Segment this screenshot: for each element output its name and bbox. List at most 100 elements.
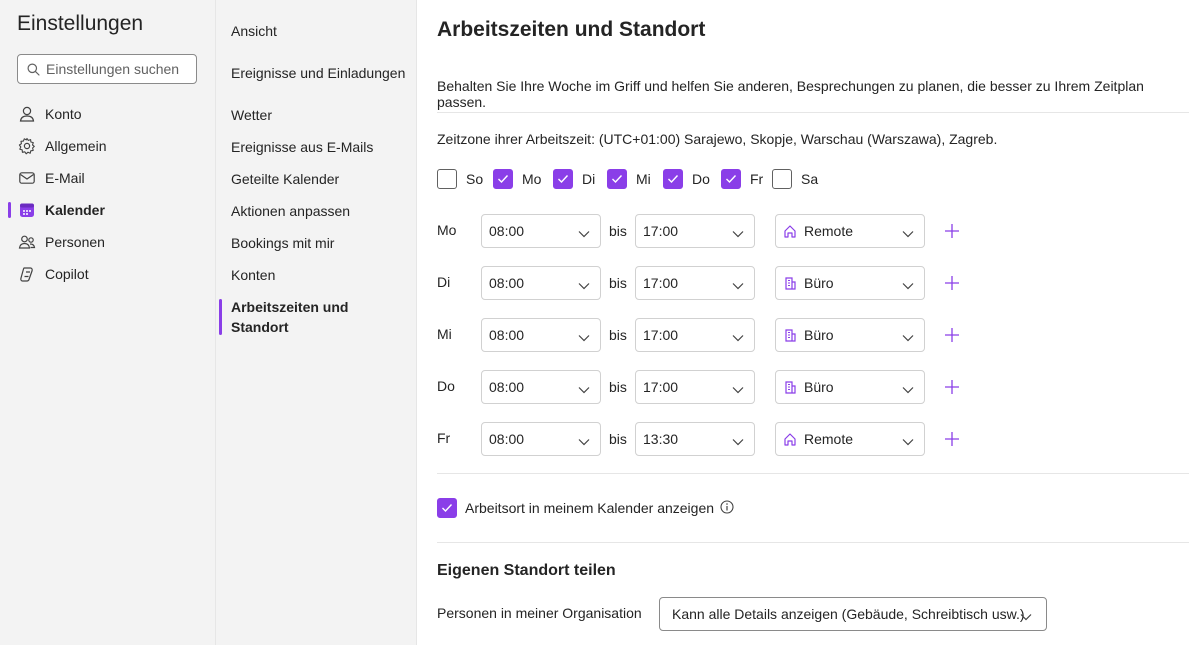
sidebar-item-personen[interactable]: Personen [17,228,207,256]
end-time-dropdown[interactable]: 17:00 [635,214,755,248]
day-checkbox-do[interactable]: Do [663,169,710,189]
day-label: Mo [522,171,542,187]
end-time-value: 17:00 [643,223,679,239]
add-time-button[interactable] [943,222,961,240]
row-day-label: Do [437,378,455,394]
info-icon[interactable] [720,499,734,517]
end-time-value: 17:00 [643,275,679,291]
calendar-icon [17,200,37,220]
subnav-item-ansicht[interactable]: Ansicht [231,21,411,41]
checkbox[interactable] [663,169,683,189]
chevron-down-icon [732,329,744,345]
search-box[interactable] [17,54,197,84]
org-visibility-dropdown[interactable]: Kann alle Details anzeigen (Gebäude, Sch… [659,597,1047,631]
subnav-item-bookings[interactable]: Bookings mit mir [231,233,411,253]
chevron-down-icon [732,277,744,293]
day-label: Fr [750,171,764,187]
subnav-item-ereignisse-emails[interactable]: Ereignisse aus E-Mails [231,137,411,157]
sidebar-item-konto[interactable]: Konto [17,100,207,128]
location-value: Remote [804,223,854,239]
location-dropdown[interactable]: Büro [775,266,925,300]
settings-title: Einstellungen [17,12,144,35]
show-location-checkbox[interactable]: Arbeitsort in meinem Kalender anzeigen [437,498,734,518]
location-dropdown[interactable]: Remote [775,214,925,248]
checkbox[interactable] [437,169,457,189]
sidebar-item-email[interactable]: E-Mail [17,164,207,192]
checkbox[interactable] [493,169,513,189]
plus-icon [945,432,959,446]
main-panel: Arbeitszeiten und Standort Behalten Sie … [417,0,1189,645]
plus-icon [945,328,959,342]
add-time-button[interactable] [943,430,961,448]
day-checkbox-sa[interactable]: Sa [772,169,818,189]
end-time-value: 17:00 [643,327,679,343]
sidebar-item-kalender[interactable]: Kalender [17,196,207,224]
start-time-value: 08:00 [489,379,525,395]
mail-icon [17,168,37,188]
chevron-down-icon [578,225,590,241]
sidebar-item-label: Personen [45,234,105,250]
end-time-dropdown[interactable]: 17:00 [635,266,755,300]
chevron-down-icon [732,433,744,449]
checkbox[interactable] [721,169,741,189]
location-value: Büro [804,379,834,395]
checkbox[interactable] [772,169,792,189]
divider [437,112,1189,113]
day-checkbox-fr[interactable]: Fr [721,169,763,189]
add-time-button[interactable] [943,378,961,396]
subnav-item-aktionen-anpassen[interactable]: Aktionen anpassen [231,201,411,221]
timezone-text: Zeitzone ihrer Arbeitszeit: (UTC+01:00) … [437,131,998,147]
location-dropdown[interactable]: Büro [775,318,925,352]
sidebar-item-label: Allgemein [45,138,107,154]
chevron-down-icon [902,433,914,449]
sidebar-item-label: Konto [45,106,82,122]
end-time-dropdown[interactable]: 17:00 [635,318,755,352]
checkmark-icon [668,175,679,184]
checkbox[interactable] [553,169,573,189]
add-time-button[interactable] [943,326,961,344]
subnav-item-ereignisse-einladungen[interactable]: Ereignisse und Einladungen [231,63,411,83]
start-time-dropdown[interactable]: 08:00 [481,214,601,248]
end-time-dropdown[interactable]: 17:00 [635,370,755,404]
sidebar-item-label: Copilot [45,266,89,282]
checkbox[interactable] [607,169,627,189]
chevron-down-icon [902,277,914,293]
row-day-label: Di [437,274,451,290]
row-day-label: Mi [437,326,452,342]
subnav-item-wetter[interactable]: Wetter [231,105,411,125]
end-time-dropdown[interactable]: 13:30 [635,422,755,456]
gear-icon [17,136,37,156]
start-time-dropdown[interactable]: 08:00 [481,422,601,456]
page-title: Arbeitszeiten und Standort [437,18,706,41]
divider [437,473,1189,474]
subnav-item-konten[interactable]: Konten [231,265,411,285]
checkbox[interactable] [437,498,457,518]
chevron-down-icon [578,277,590,293]
day-checkbox-di[interactable]: Di [553,169,595,189]
search-input[interactable] [46,55,194,83]
location-dropdown[interactable]: Remote [775,422,925,456]
sidebar-item-allgemein[interactable]: Allgemein [17,132,207,160]
subnav-item-arbeitszeiten[interactable]: Arbeitszeiten und Standort [231,297,371,337]
active-indicator [8,202,11,218]
chevron-down-icon [1020,608,1032,624]
start-time-dropdown[interactable]: 08:00 [481,370,601,404]
day-checkbox-so[interactable]: So [437,169,483,189]
sidebar-item-copilot[interactable]: Copilot [17,260,207,288]
bis-label: bis [609,431,627,447]
add-time-button[interactable] [943,274,961,292]
org-visibility-value: Kann alle Details anzeigen (Gebäude, Sch… [672,606,1025,622]
start-time-value: 08:00 [489,327,525,343]
day-checkbox-mi[interactable]: Mi [607,169,651,189]
location-dropdown[interactable]: Büro [775,370,925,404]
day-checkbox-mo[interactable]: Mo [493,169,541,189]
subnav-item-geteilte-kalender[interactable]: Geteilte Kalender [231,169,411,189]
chevron-down-icon [902,225,914,241]
day-label: Di [582,171,596,187]
page-description: Behalten Sie Ihre Woche im Griff und hel… [437,78,1144,110]
sidebar-item-label: Kalender [45,202,105,218]
bis-label: bis [609,275,627,291]
start-time-dropdown[interactable]: 08:00 [481,266,601,300]
start-time-dropdown[interactable]: 08:00 [481,318,601,352]
chevron-down-icon [902,329,914,345]
